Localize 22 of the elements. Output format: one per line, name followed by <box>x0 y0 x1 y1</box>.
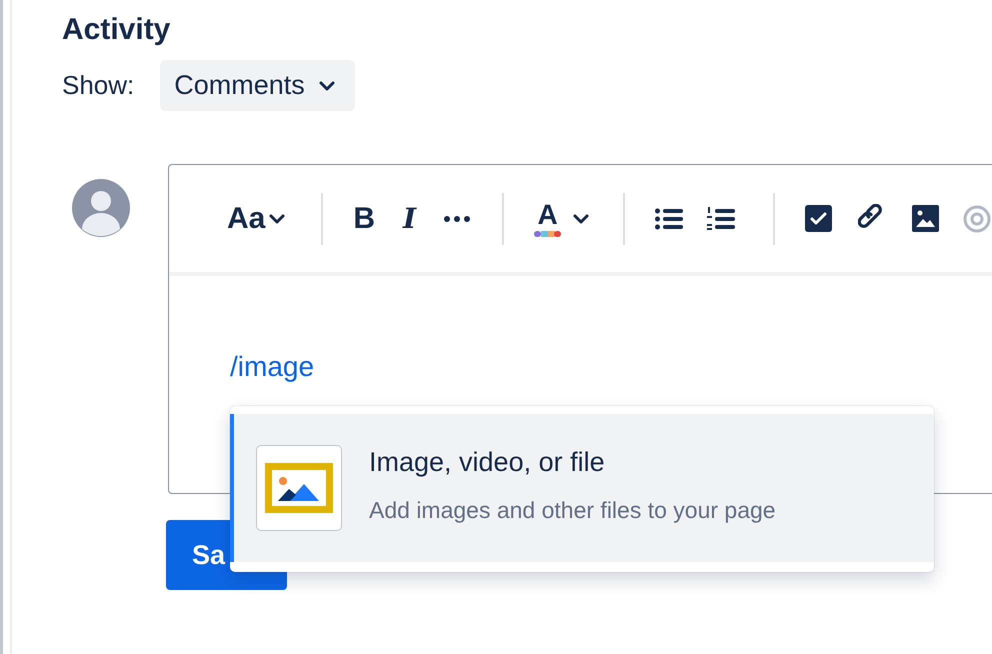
italic-button[interactable]: I <box>403 196 416 240</box>
bold-button[interactable]: B <box>353 196 376 240</box>
checkbox-icon <box>805 205 832 232</box>
suggestion-description: Add images and other files to your page <box>369 496 776 525</box>
picture-icon <box>265 463 333 513</box>
more-icon <box>444 216 470 222</box>
caret-icon <box>269 214 286 224</box>
chevron-down-icon <box>318 80 335 90</box>
color-strip-icon <box>534 230 562 236</box>
activity-heading: Activity <box>62 12 172 48</box>
text-color-button[interactable]: A <box>534 196 590 240</box>
image-icon <box>912 205 940 232</box>
suggestion-title: Image, video, or file <box>369 446 606 479</box>
editor-text: /image <box>230 351 314 382</box>
suggestion-item[interactable]: Image, video, or file Add images and other files to your page <box>230 414 934 562</box>
bullet-list-icon <box>655 208 684 230</box>
text-style-button[interactable]: Aa <box>227 196 286 240</box>
caret-icon <box>573 214 590 224</box>
avatar-icon <box>72 179 130 237</box>
numbered-list-icon <box>707 206 736 230</box>
show-label: Show: <box>62 70 134 101</box>
show-dropdown[interactable]: Comments <box>160 60 355 111</box>
